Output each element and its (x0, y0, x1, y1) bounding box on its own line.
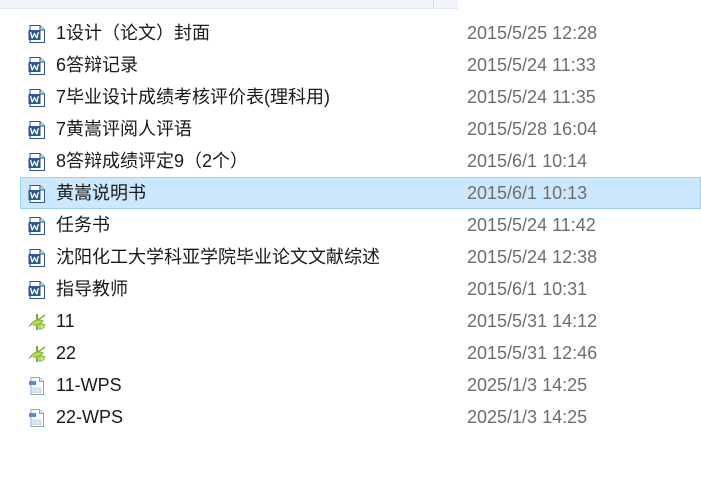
cad-drawing-icon (27, 344, 47, 364)
file-row[interactable]: 8答辩成绩评定9（2个） 2015/6/1 10:14 (20, 145, 701, 177)
file-date-modified: 2025/1/3 14:25 (467, 407, 588, 427)
name-column-header[interactable] (0, 0, 433, 9)
file-row[interactable]: 黄嵩说明书 2015/6/1 10:13 (20, 177, 701, 209)
file-row[interactable]: 任务书 2015/5/24 11:42 (20, 209, 701, 241)
file-date-modified: 2025/1/3 14:25 (467, 375, 588, 395)
word-doc-icon (27, 24, 47, 44)
file-row[interactable]: 沈阳化工大学科亚学院毕业论文文献综述 2015/5/24 12:38 (20, 241, 701, 273)
file-date-modified: 2015/5/24 11:42 (467, 215, 596, 235)
file-date-modified: 2015/5/31 14:12 (467, 311, 598, 331)
cad-drawing-icon (27, 312, 47, 332)
word-doc-icon (27, 152, 47, 172)
file-date-modified: 2015/6/1 10:13 (467, 183, 588, 203)
file-row[interactable]: 7毕业设计成绩考核评价表(理科用) 2015/5/24 11:35 (20, 81, 701, 113)
file-date-modified: 2015/6/1 10:14 (467, 151, 588, 171)
file-list: 1设计（论文）封面 2015/5/25 12:28 6答辩记录 2015/5/24 1… (0, 17, 701, 433)
file-date-modified: 2015/5/24 11:35 (467, 87, 596, 107)
file-row[interactable]: 22-WPS 2025/1/3 14:25 (20, 401, 701, 433)
file-name: 22-WPS (56, 407, 124, 427)
file-row[interactable]: 22 2015/5/31 12:46 (20, 337, 701, 369)
file-date-modified: 2015/5/24 11:33 (467, 55, 596, 75)
file-date-modified: 2015/5/25 12:28 (467, 23, 598, 43)
file-date-modified: 2015/6/1 10:31 (467, 279, 588, 299)
file-row[interactable]: 6答辩记录 2015/5/24 11:33 (20, 49, 701, 81)
file-name: 7黄嵩评阅人评语 (56, 119, 193, 139)
file-row[interactable]: 1设计（论文）封面 2015/5/25 12:28 (20, 17, 701, 49)
word-doc-icon (27, 120, 47, 140)
file-date-modified: 2015/5/24 12:38 (467, 247, 598, 267)
file-row[interactable]: 指导教师 2015/6/1 10:31 (20, 273, 701, 305)
file-date-modified: 2015/5/28 16:04 (467, 119, 598, 139)
file-row[interactable]: 7黄嵩评阅人评语 2015/5/28 16:04 (20, 113, 701, 145)
file-name: 7毕业设计成绩考核评价表(理科用) (56, 87, 330, 107)
word-doc-icon (27, 216, 47, 236)
word-doc-icon (27, 184, 47, 204)
file-name: 8答辩成绩评定9（2个） (56, 151, 249, 171)
file-name: 任务书 (56, 215, 110, 235)
file-row[interactable]: 11-WPS 2025/1/3 14:25 (20, 369, 701, 401)
file-name: 11 (56, 311, 75, 331)
word-doc-icon (27, 280, 47, 300)
file-name: 黄嵩说明书 (56, 183, 146, 203)
column-header-bar (0, 0, 701, 9)
file-date-modified: 2015/5/31 12:46 (467, 343, 598, 363)
file-name: 1设计（论文）封面 (56, 23, 211, 43)
file-name: 6答辩记录 (56, 55, 139, 75)
word-doc-icon (27, 248, 47, 268)
jpg-image-icon (27, 376, 47, 396)
jpg-image-icon (27, 408, 47, 428)
file-name: 11-WPS (56, 375, 122, 395)
file-name: 指导教师 (56, 279, 128, 299)
word-doc-icon (27, 88, 47, 108)
file-row[interactable]: 11 2015/5/31 14:12 (20, 305, 701, 337)
date-column-header[interactable] (434, 0, 458, 9)
file-name: 沈阳化工大学科亚学院毕业论文文献综述 (56, 247, 380, 267)
word-doc-icon (27, 56, 47, 76)
file-name: 22 (56, 343, 77, 363)
